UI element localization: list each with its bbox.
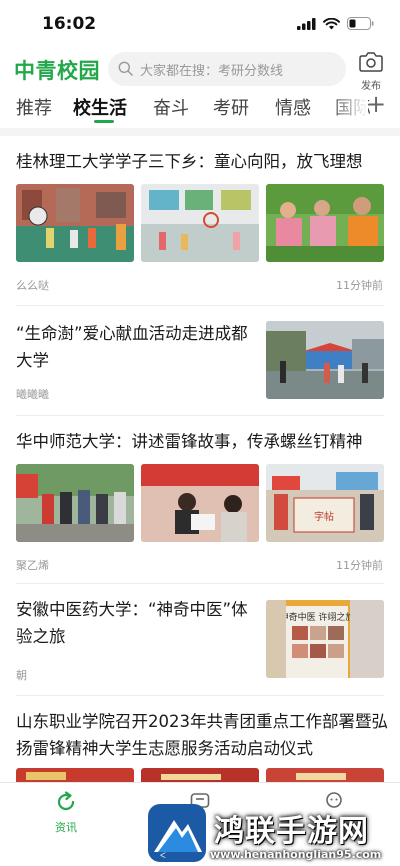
camera-icon (359, 52, 383, 72)
watermark: ᐸ 鸿联手游网 www.henanhonglian95.com (148, 800, 400, 866)
image-caption: 神奇中医 许翊之旅 (280, 611, 355, 623)
article-author: 聚乙烯 (16, 559, 49, 572)
article-time: 11分钟前 (336, 279, 383, 292)
watermark-logo-icon: ᐸ (148, 804, 206, 862)
add-channel-icon[interactable]: + (366, 92, 386, 118)
refresh-icon (57, 791, 75, 811)
watermark-url: www.henanhonglian95.com (210, 848, 382, 861)
article-title: 桂林理工大学学子三下乡：童心向阳，放飞理想 (16, 152, 363, 171)
article-author: 朝 (16, 669, 27, 682)
article-thumbnail (141, 184, 259, 262)
article-thumbnail (141, 464, 259, 542)
feed-item[interactable]: “生命澍”爱心献血活动走进成都大学 曦曦曦 (0, 306, 400, 416)
article-thumbnail (266, 184, 384, 262)
article-author: 曦曦曦 (16, 388, 49, 401)
app-logo[interactable]: 中青校园 (14, 55, 100, 85)
article-title: 华中师范大学：讲述雷锋故事，传承螺丝钉精神 (16, 432, 363, 451)
active-tab-indicator (94, 120, 114, 123)
search-icon (118, 61, 133, 76)
svg-text:字帖: 字帖 (314, 510, 334, 523)
article-thumbnail: 神奇中医 许翊之旅 (266, 600, 384, 678)
tab-postgrad[interactable]: 考研 (213, 94, 249, 120)
article-title: 安徽中医药大学：“神奇中医”体验之旅 (16, 600, 248, 646)
publish-button[interactable]: 发布 (358, 51, 384, 92)
nav-news[interactable]: 资讯 (36, 791, 96, 835)
watermark-text: 鸿联手游网 (214, 814, 369, 849)
status-time: 16:02 (42, 14, 97, 34)
feed-item[interactable]: 华中师范大学：讲述雷锋故事，传承螺丝钉精神 字帖 聚乙烯 11分钟前 (0, 416, 400, 584)
publish-label: 发布 (361, 81, 381, 92)
article-title: 山东职业学院召开2023年共青团重点工作部署暨弘扬雷锋精神大学生志愿服务活动启动… (16, 712, 388, 758)
status-icons (297, 17, 374, 30)
category-tabs: 推荐 校生活 奋斗 考研 情感 国际 + (0, 92, 400, 124)
nav-news-label: 资讯 (55, 821, 77, 834)
svg-text:ᐸ: ᐸ (160, 851, 166, 860)
tab-campus-life[interactable]: 校生活 (73, 94, 127, 120)
article-thumbnail: 字帖 (266, 464, 384, 542)
tab-emotion[interactable]: 情感 (275, 94, 311, 120)
search-placeholder: 大家都在搜：考研分数线 (140, 64, 284, 79)
tab-struggle[interactable]: 奋斗 (153, 94, 189, 120)
cellular-signal-icon (297, 17, 316, 30)
article-thumbnail (16, 184, 134, 262)
tab-recommend[interactable]: 推荐 (16, 94, 52, 120)
article-thumbnail (16, 464, 134, 542)
article-time: 11分钟前 (336, 559, 383, 572)
status-bar: 16:02 (0, 0, 400, 46)
feed-item[interactable]: 山东职业学院召开2023年共青团重点工作部署暨弘扬雷锋精神大学生志愿服务活动启动… (0, 696, 400, 788)
search-bar[interactable]: 大家都在搜：考研分数线 (108, 52, 346, 86)
feed-item[interactable]: 桂林理工大学学子三下乡：童心向阳，放飞理想 么么哒 11分钟前 (0, 136, 400, 306)
feed-item[interactable]: 安徽中医药大学：“神奇中医”体验之旅 神奇中医 许翊之旅 朝 (0, 584, 400, 696)
battery-icon (347, 17, 374, 30)
article-title: “生命澍”爱心献血活动走进成都大学 (16, 324, 248, 370)
wifi-icon (323, 17, 340, 29)
article-thumbnail (266, 321, 384, 399)
article-author: 么么哒 (16, 279, 49, 292)
app-header: 中青校园 大家都在搜：考研分数线 发布 (0, 46, 400, 92)
